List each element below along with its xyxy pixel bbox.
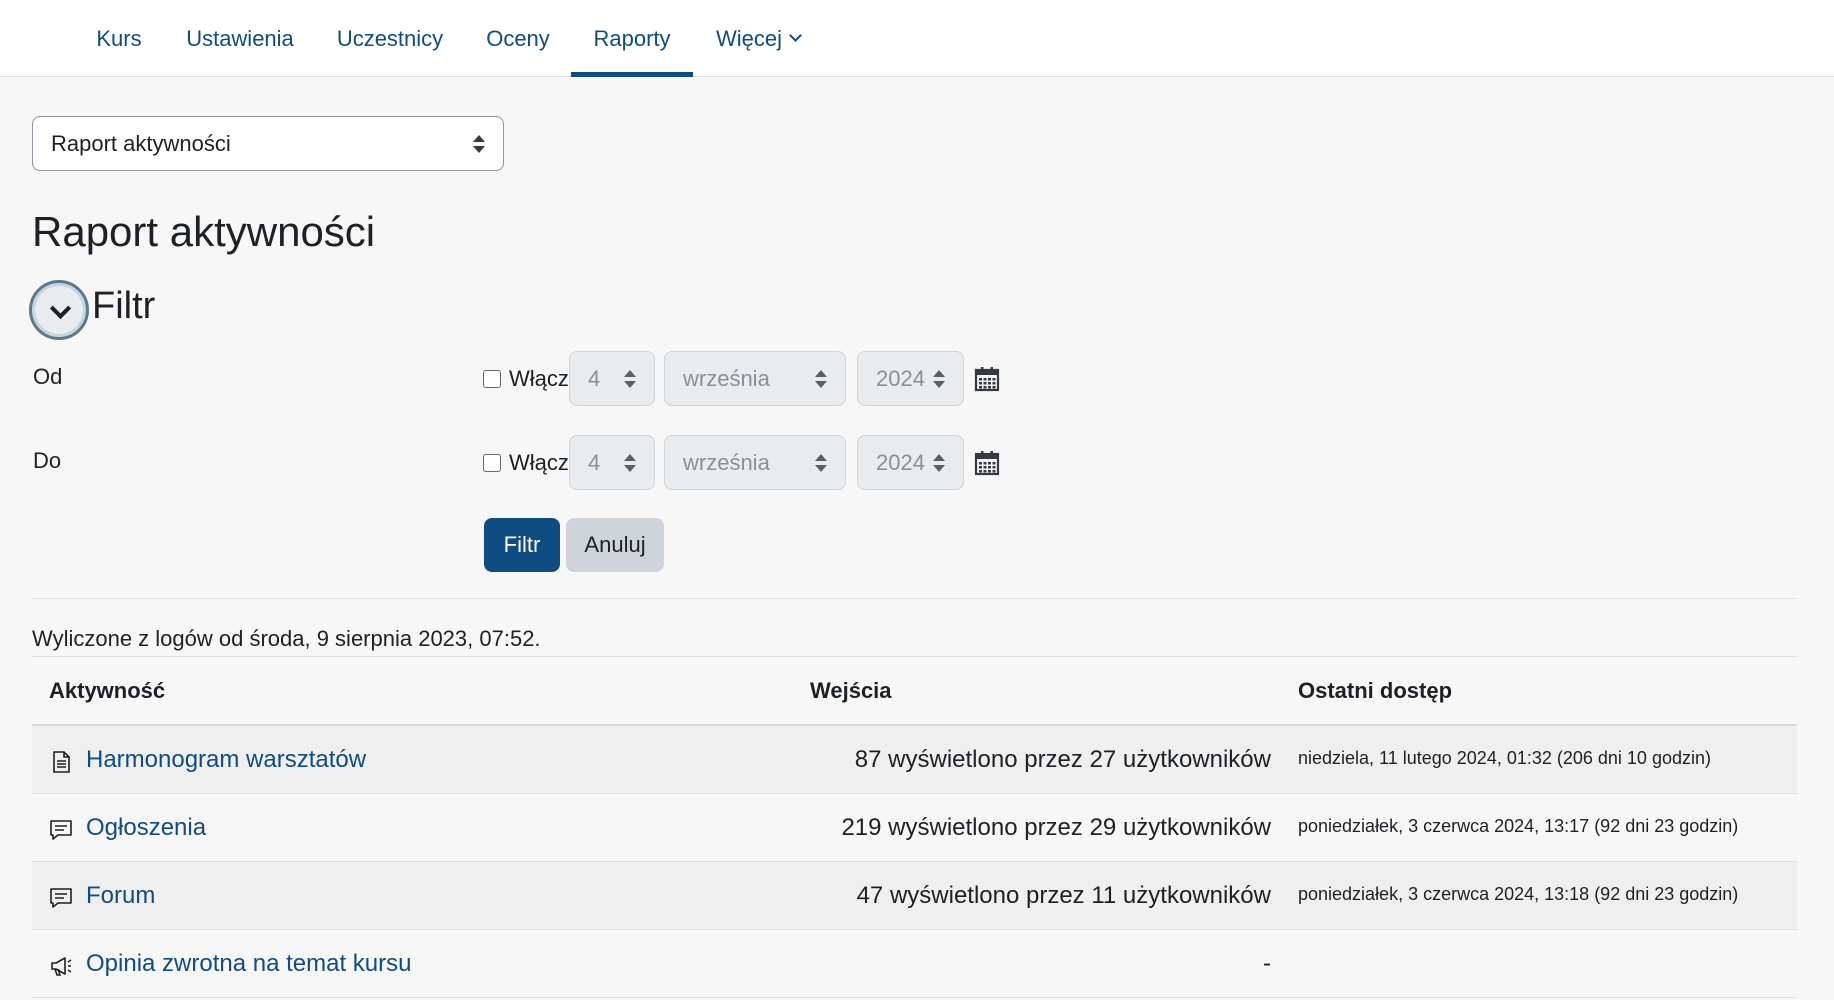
last-access: poniedziałek, 3 czerwca 2024, 13:17 (92 … [1298, 816, 1739, 836]
tab-raporty[interactable]: Raporty [571, 0, 693, 77]
from-enable-label: Włącz [509, 366, 569, 391]
views-count: - [1263, 950, 1271, 977]
to-enable[interactable]: Włącz [483, 450, 569, 476]
course-navigation: Kurs Ustawienia Uczestnicy Oceny Raporty… [0, 0, 1834, 77]
tab-label: Kurs [96, 25, 142, 51]
last-access: niedziela, 11 lutego 2024, 01:32 (206 dn… [1298, 748, 1711, 768]
select-arrows-icon [815, 369, 827, 388]
from-label: Od [33, 364, 63, 389]
select-arrows-icon [933, 453, 945, 472]
select-arrows-icon [624, 369, 636, 388]
header-last-access: Ostatni dostęp [1298, 678, 1453, 703]
select-arrows-icon [624, 453, 636, 472]
table-row: Harmonogram warsztatów 87 wyświetlono pr… [32, 726, 1797, 794]
activity-link[interactable]: Ogłoszenia [86, 814, 206, 842]
header-activity: Aktywność [49, 678, 166, 703]
to-enable-label: Włącz [509, 450, 569, 475]
tab-uczestnicy[interactable]: Uczestnicy [322, 0, 458, 77]
tab-label: Więcej [715, 25, 782, 51]
activity-link[interactable]: Forum [86, 882, 155, 910]
to-day-select[interactable]: 4 [569, 435, 655, 490]
filter-collapse-button[interactable] [29, 280, 89, 340]
filter-legend: Filtr [92, 285, 156, 327]
to-month-select[interactable]: września [664, 435, 846, 490]
forum-icon [50, 888, 72, 908]
select-arrows-icon [473, 134, 485, 153]
from-month-select[interactable]: września [664, 351, 846, 406]
from-year-value: 2024 [876, 365, 925, 391]
to-enable-checkbox[interactable] [483, 454, 501, 472]
calendar-icon[interactable] [974, 450, 1000, 476]
filter-submit-button[interactable]: Filtr [484, 518, 560, 572]
page-icon [53, 751, 70, 773]
from-day-select[interactable]: 4 [569, 351, 655, 406]
chevron-down-icon [49, 297, 72, 320]
report-select[interactable]: Raport aktywności [32, 116, 504, 171]
divider [32, 656, 1797, 657]
from-year-select[interactable]: 2024 [857, 351, 964, 406]
computed-from-logs-note: Wyliczone z logów od środa, 9 sierpnia 2… [32, 626, 541, 651]
from-month-value: września [683, 365, 770, 391]
last-access: poniedziałek, 3 czerwca 2024, 13:18 (92 … [1298, 884, 1739, 904]
to-month-value: września [683, 449, 770, 475]
page-title: Raport aktywności [32, 208, 376, 255]
activity-link[interactable]: Opinia zwrotna na temat kursu [86, 950, 412, 978]
select-arrows-icon [815, 453, 827, 472]
feedback-icon [51, 957, 72, 976]
tab-label: Raporty [593, 25, 671, 51]
forum-icon [50, 820, 72, 840]
to-label: Do [33, 448, 62, 473]
chevron-down-icon [789, 29, 802, 42]
tab-oceny[interactable]: Oceny [478, 0, 558, 77]
table-row: Forum 47 wyświetlono przez 11 użytkownik… [32, 862, 1797, 930]
tab-label: Oceny [486, 25, 550, 51]
tab-label: Uczestnicy [336, 25, 444, 51]
report-select-value: Raport aktywności [51, 130, 231, 156]
table-row: Ogłoszenia 219 wyświetlono przez 29 użyt… [32, 794, 1797, 862]
to-day-value: 4 [588, 449, 601, 475]
filter-cancel-button[interactable]: Anuluj [566, 518, 664, 572]
tab-wiecej[interactable]: Więcej [708, 0, 808, 77]
to-year-select[interactable]: 2024 [857, 435, 964, 490]
calendar-icon[interactable] [974, 366, 1000, 392]
tab-label: Ustawienia [186, 25, 294, 51]
from-day-value: 4 [588, 365, 601, 391]
from-enable-checkbox[interactable] [483, 370, 501, 388]
header-views: Wejścia [810, 678, 892, 703]
tab-ustawienia[interactable]: Ustawienia [180, 0, 300, 77]
views-count: 219 wyświetlono przez 29 użytkowników [841, 814, 1271, 841]
select-arrows-icon [933, 369, 945, 388]
activity-link[interactable]: Harmonogram warsztatów [86, 746, 366, 774]
from-enable[interactable]: Włącz [483, 366, 569, 392]
views-count: 87 wyświetlono przez 27 użytkowników [854, 746, 1271, 773]
views-count: 47 wyświetlono przez 11 użytkowników [856, 882, 1271, 909]
divider [32, 598, 1797, 599]
tab-kurs[interactable]: Kurs [80, 0, 158, 77]
to-year-value: 2024 [876, 449, 925, 475]
table-row: Opinia zwrotna na temat kursu - [32, 930, 1797, 998]
